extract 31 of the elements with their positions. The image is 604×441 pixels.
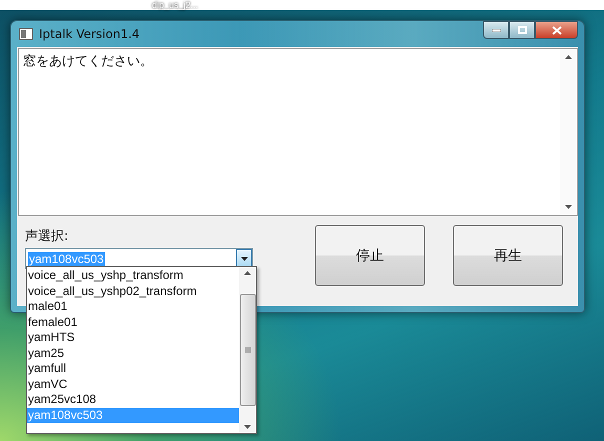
grip-icon [244, 347, 250, 353]
close-icon [552, 26, 562, 34]
voice-option[interactable]: yamVC [27, 376, 239, 392]
window-title: Iptalk Version1.4 [39, 27, 140, 41]
minimize-button[interactable] [483, 21, 509, 39]
voice-option[interactable]: yam25 [27, 346, 239, 361]
voice-option[interactable]: voice_all_us_yshp_transform [27, 268, 239, 284]
voice-option[interactable]: yam25vc108 [27, 392, 239, 408]
voice-option[interactable]: yamHTS [27, 330, 239, 346]
play-button[interactable]: 再生 [453, 225, 563, 286]
scroll-thumb[interactable] [240, 294, 256, 406]
stop-button[interactable]: 停止 [315, 225, 425, 286]
voice-option[interactable]: voice_all_us_yshp02_transform [27, 284, 239, 299]
maximize-icon [518, 26, 526, 34]
maximize-button[interactable] [509, 21, 535, 39]
message-text: 窓をあけてください。 [22, 53, 154, 71]
scroll-down-icon[interactable] [565, 205, 572, 209]
voice-option[interactable]: yamfull [27, 361, 239, 376]
voice-option[interactable]: male01 [27, 299, 239, 314]
message-text-area[interactable]: 窓をあけてください。 [18, 48, 578, 216]
minimize-icon [492, 28, 500, 32]
voice-option[interactable]: female01 [27, 314, 239, 330]
scroll-up-icon[interactable] [565, 55, 572, 59]
voice-select-label: 声選択: [25, 228, 70, 245]
close-button[interactable] [535, 21, 578, 39]
caret-icon [240, 256, 248, 260]
scroll-down-icon[interactable] [244, 425, 251, 429]
voice-select-value: yam108vc503 [28, 252, 105, 266]
scroll-up-icon[interactable] [244, 271, 251, 275]
desktop-icon-label: dip_us_j2... [152, 0, 198, 10]
window-icon [19, 28, 33, 40]
